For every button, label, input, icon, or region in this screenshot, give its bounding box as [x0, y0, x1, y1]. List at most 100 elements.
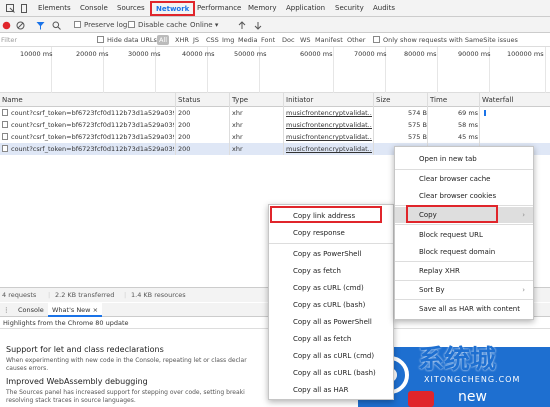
row-initiator-link[interactable]: musicfrontencryptvalidat... [286, 119, 372, 131]
menu-item-sort-by[interactable]: Sort By › [395, 282, 533, 298]
export-har-icon[interactable] [254, 17, 262, 33]
menu-item-copy-response[interactable]: Copy response [269, 225, 345, 241]
menu-item-copy-all-as-fetch[interactable]: Copy all as fetch [269, 331, 351, 347]
col-header-time[interactable]: Time [430, 93, 447, 107]
col-header-initiator[interactable]: Initiator [286, 93, 313, 107]
filter-type-img[interactable]: Img [222, 33, 234, 47]
menu-item-copy-all-as-curl-cmd[interactable]: Copy all as cURL (cmd) [269, 348, 374, 364]
menu-separator [395, 261, 533, 262]
drawer-tab-console[interactable]: Console [14, 303, 48, 317]
feature-description: resolving stack traces in source languag… [6, 397, 136, 404]
resources-size: 1.4 KB resources [131, 291, 186, 299]
menu-item-copy-all-as-powershell[interactable]: Copy all as PowerShell [269, 314, 372, 330]
col-header-size[interactable]: Size [376, 93, 390, 107]
menu-item-replay-xhr[interactable]: Replay XHR [395, 263, 460, 279]
filter-type-manifest[interactable]: Manifest [315, 33, 343, 47]
tab-console[interactable]: Console [76, 0, 112, 17]
devtools-tabbar: Elements Console Sources Network Perform… [0, 0, 550, 17]
chevron-down-icon: ▾ [214, 21, 219, 29]
status-divider: | [124, 291, 127, 299]
filter-type-ws[interactable]: WS [300, 33, 311, 47]
filter-type-css[interactable]: CSS [206, 33, 219, 47]
row-time: 58 ms [458, 121, 479, 129]
timeline-tick: 30000 ms [128, 50, 161, 58]
filter-type-font[interactable]: Font [261, 33, 275, 47]
timeline-tick: 50000 ms [234, 50, 267, 58]
document-icon [2, 109, 8, 116]
menu-item-save-all-as-har[interactable]: Save all as HAR with content [395, 301, 520, 317]
filter-type-other[interactable]: Other [347, 33, 365, 47]
row-size: 575 B [408, 121, 427, 129]
drawer-tab-whats-new[interactable]: What's New × [48, 303, 103, 317]
import-har-icon[interactable] [238, 17, 246, 33]
throttling-select[interactable]: Online ▾ [190, 17, 218, 33]
row-status: 200 [178, 145, 191, 153]
table-row[interactable]: count?csrf_token=bf6723fcf0d112b73d1a529… [0, 107, 550, 119]
disable-cache-checkbox[interactable]: Disable cache [128, 17, 187, 33]
close-icon[interactable]: × [93, 306, 98, 314]
row-type: xhr [232, 109, 243, 117]
column-divider[interactable] [229, 93, 230, 155]
menu-item-copy-as-powershell[interactable]: Copy as PowerShell [269, 246, 361, 262]
filter-type-doc[interactable]: Doc [282, 33, 295, 47]
feature-title: Support for let and class redeclarations [6, 345, 164, 354]
column-divider[interactable] [175, 93, 176, 155]
row-initiator-link[interactable]: musicfrontencryptvalidat... [286, 107, 372, 119]
timeline-overview[interactable]: 10000 ms 20000 ms 30000 ms 40000 ms 5000… [0, 47, 550, 93]
filter-type-js[interactable]: JS [193, 33, 199, 47]
record-icon[interactable] [2, 17, 11, 33]
row-initiator-link[interactable]: musicfrontencryptvalidat... [286, 131, 372, 143]
col-header-status[interactable]: Status [178, 93, 200, 107]
timeline-tick: 60000 ms [300, 50, 333, 58]
menu-item-block-request-url[interactable]: Block request URL [395, 227, 483, 243]
watermark-badge: new [458, 389, 487, 405]
tab-security[interactable]: Security [331, 0, 368, 17]
col-header-name[interactable]: Name [2, 93, 23, 107]
preserve-log-checkbox[interactable]: Preserve log [74, 17, 127, 33]
timeline-gridline [333, 47, 334, 93]
column-divider[interactable] [283, 93, 284, 155]
filter-icon[interactable] [36, 17, 45, 33]
tab-performance[interactable]: Performance [193, 0, 245, 17]
timeline-gridline [545, 47, 546, 93]
feature-title: Improved WebAssembly debugging [6, 377, 148, 386]
filter-type-xhr[interactable]: XHR [175, 33, 189, 47]
tab-application[interactable]: Application [282, 0, 329, 17]
col-header-waterfall[interactable]: Waterfall [482, 93, 513, 107]
menu-item-copy-all-as-har[interactable]: Copy all as HAR [269, 382, 348, 398]
menu-item-block-request-domain[interactable]: Block request domain [395, 244, 495, 260]
menu-item-copy-as-fetch[interactable]: Copy as fetch [269, 263, 341, 279]
column-divider[interactable] [373, 93, 374, 155]
menu-item-clear-browser-cache[interactable]: Clear browser cache [395, 171, 491, 187]
samesite-checkbox[interactable]: Only show requests with SameSite issues [373, 33, 518, 47]
filter-type-media[interactable]: Media [238, 33, 258, 47]
col-header-type[interactable]: Type [232, 93, 248, 107]
tab-audits[interactable]: Audits [369, 0, 399, 17]
feature-description: The Sources panel has increased support … [6, 389, 245, 396]
device-toolbar-icon[interactable] [16, 0, 33, 17]
drawer-menu-icon[interactable]: ⋮ [3, 303, 10, 317]
row-size: 574 B [408, 109, 427, 117]
tab-network[interactable]: Network [150, 1, 196, 16]
tab-memory[interactable]: Memory [244, 0, 280, 17]
filter-type-all[interactable]: All [157, 35, 170, 45]
filter-bar: Filter Hide data URLs All XHR JS CSS Img… [0, 33, 550, 47]
menu-item-copy-as-curl-cmd[interactable]: Copy as cURL (cmd) [269, 280, 364, 296]
filter-input[interactable]: Filter [1, 33, 17, 47]
row-type: xhr [232, 133, 243, 141]
clear-icon[interactable] [16, 17, 25, 33]
hide-data-urls-checkbox[interactable]: Hide data URLs [97, 33, 157, 47]
menu-item-copy-as-curl-bash[interactable]: Copy as cURL (bash) [269, 297, 365, 313]
table-row[interactable]: count?csrf_token=bf6723fcf0d112b73d1a529… [0, 119, 550, 131]
table-row[interactable]: count?csrf_token=bf6723fcf0d112b73d1a529… [0, 131, 550, 143]
menu-item-copy-all-as-curl-bash[interactable]: Copy all as cURL (bash) [269, 365, 376, 381]
tab-elements[interactable]: Elements [34, 0, 75, 17]
tab-sources[interactable]: Sources [113, 0, 149, 17]
row-time: 69 ms [458, 109, 479, 117]
menu-item-open-in-new-tab[interactable]: Open in new tab [395, 151, 477, 167]
row-initiator-link[interactable]: musicfrontencryptvalidat... [286, 143, 372, 155]
menu-item-clear-browser-cookies[interactable]: Clear browser cookies [395, 188, 496, 204]
search-icon[interactable] [52, 17, 61, 33]
feature-description: When experimenting with new code in the … [6, 357, 247, 364]
row-name: count?csrf_token=bf6723fcf0d112b73d1a529… [2, 143, 174, 155]
